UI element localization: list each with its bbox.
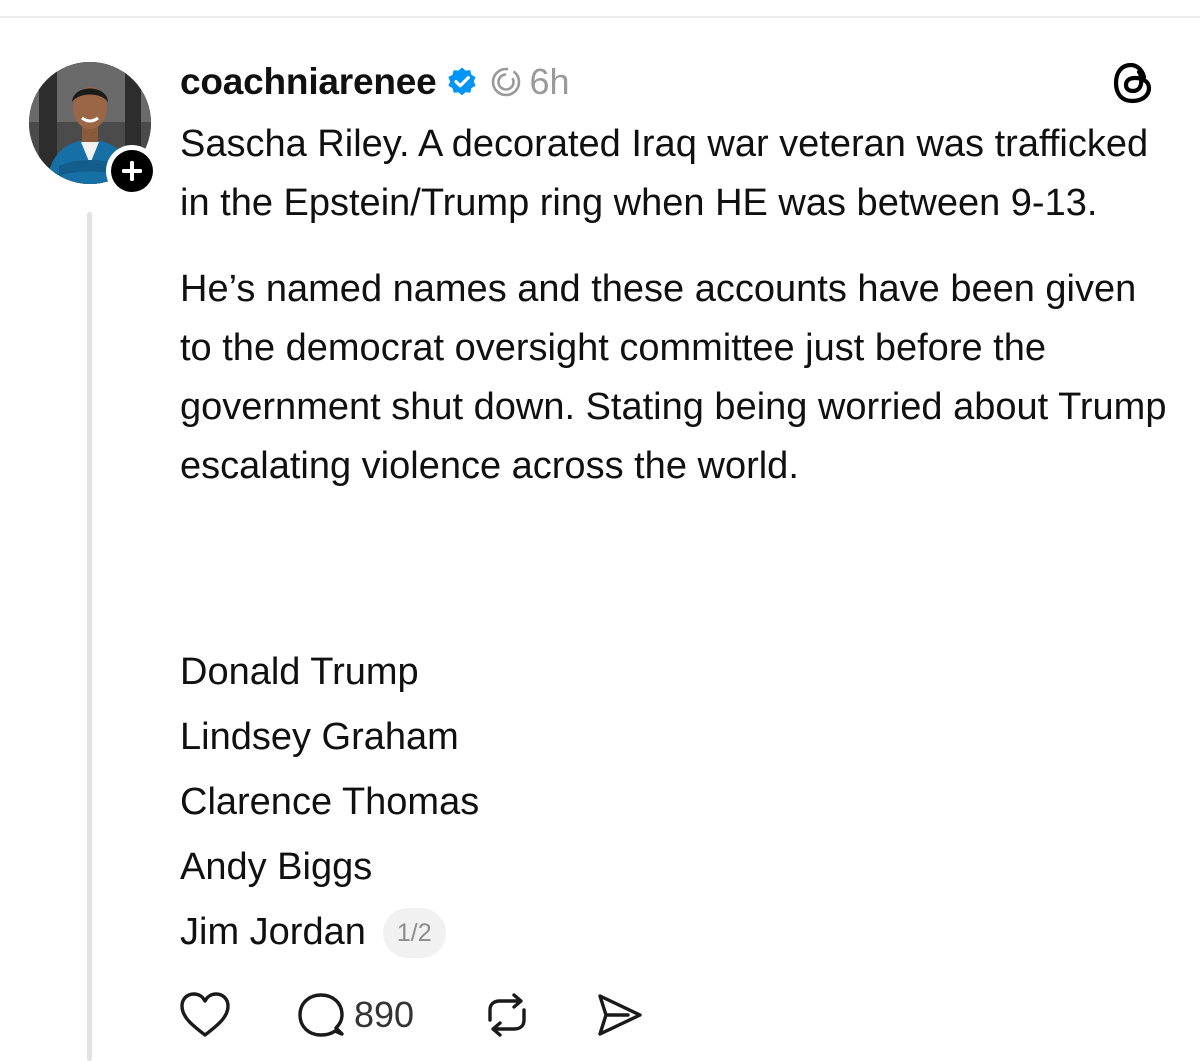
- username[interactable]: coachniarenee: [180, 61, 437, 103]
- comment-icon: [298, 993, 344, 1037]
- post-time: 6h: [529, 61, 570, 102]
- list-item: Lindsey Graham: [180, 705, 479, 770]
- reply-count: 890: [354, 994, 415, 1035]
- like-button[interactable]: [178, 990, 232, 1040]
- post-paragraph-1: Sascha Riley. A decorated Iraq war veter…: [180, 123, 1149, 224]
- name-text: Lindsey Graham: [180, 716, 459, 758]
- verified-badge-icon: [446, 66, 478, 98]
- list-item: Donald Trump: [180, 640, 479, 705]
- name-text: Clarence Thomas: [180, 781, 480, 823]
- thread-line: [87, 212, 92, 1061]
- send-icon: [598, 994, 642, 1036]
- activity-ring-icon: [490, 66, 522, 98]
- follow-button[interactable]: [106, 145, 158, 197]
- heart-icon: [180, 992, 230, 1037]
- follow-button-circle: [111, 150, 153, 192]
- list-item: Andy Biggs: [180, 835, 479, 900]
- top-divider: [0, 16, 1200, 18]
- repost-icon: [488, 993, 526, 1037]
- share-button[interactable]: [592, 990, 646, 1040]
- name-text: Andy Biggs: [180, 846, 373, 888]
- names-list: Donald Trump Lindsey Graham Clarence Tho…: [180, 640, 479, 965]
- name-text: Jim Jordan: [180, 911, 366, 953]
- reply-button[interactable]: 890: [296, 990, 414, 1040]
- post-actions: 890: [178, 985, 646, 1045]
- post-paragraph-2: He’s named names and these accounts have…: [180, 268, 1167, 487]
- post-body: Sascha Riley. A decorated Iraq war veter…: [180, 115, 1170, 496]
- list-item: Clarence Thomas: [180, 770, 479, 835]
- threads-logo-icon[interactable]: [1110, 60, 1156, 106]
- plus-icon: [122, 161, 142, 181]
- post-header: coachniarenee 6h: [180, 58, 570, 106]
- page-indicator-badge: 1/2: [382, 907, 446, 958]
- name-text: Donald Trump: [180, 651, 419, 693]
- list-item: Jim Jordan 1/2: [180, 900, 479, 965]
- repost-button[interactable]: [480, 990, 534, 1040]
